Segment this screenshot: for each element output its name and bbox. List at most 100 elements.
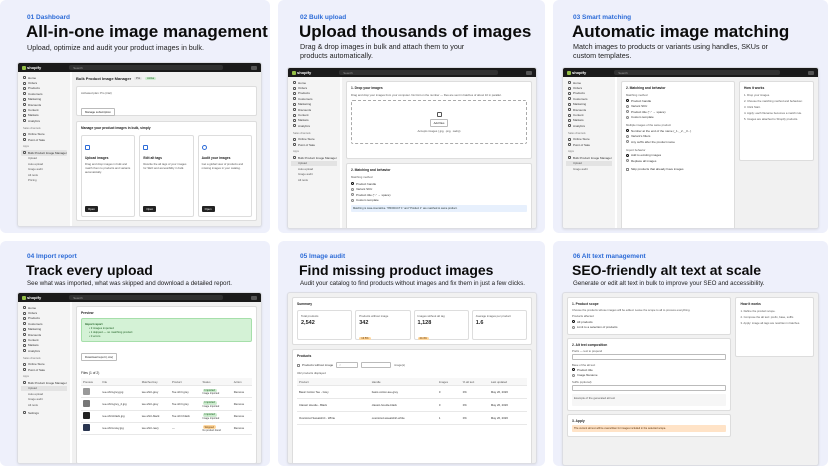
panel-title: Track every upload [26,262,153,278]
apply-card: 3. Apply The current alt text will be ov… [567,414,732,437]
accepts-text: Accepts images (.jpg, .png, .webp) [417,128,461,133]
sidebar-item-settings[interactable]: Settings [21,410,67,415]
thumbnail [83,424,90,432]
sidebar: Home Orders Products Customers Marketing… [18,72,70,226]
radio-selection[interactable]: Limit to a selection of products [572,325,726,331]
cell-alt: 0% [460,398,489,413]
sidebar-item-analytics[interactable]: Analytics [21,118,67,123]
filter-checkbox[interactable]: Products without image [297,363,333,368]
sidebar-sub-alt[interactable]: Alt texts [291,177,337,182]
summary-title: Summary [297,302,313,306]
table-row[interactable]: Oversized Sweatshirt - White oversized-s… [297,411,527,426]
sidebar-item-analytics[interactable]: Analytics [291,123,337,128]
radio-multi-suffix[interactable]: Any suffix after the product name [626,139,730,145]
add-files-button[interactable]: Add files [429,118,449,127]
scope-card: 1. Product scope Choose the products who… [567,297,732,335]
open-audit-button[interactable]: Open [201,206,215,212]
panel-desc: Drag & drop images in bulk and attach th… [300,42,465,60]
sidebar-item-app[interactable]: Bulk Product Image Manager [21,380,67,385]
radio-base-filename[interactable]: Image filename [572,373,726,379]
radio-template[interactable]: Custom template [626,115,730,121]
open-upload-button[interactable]: Open [85,206,98,212]
feature-title: Edit alt tags [143,156,163,160]
avatar[interactable] [526,70,532,75]
tag-icon [143,145,149,150]
cell-key: tee-shirt-navy [139,422,170,435]
panel-tag: 02 Bulk upload [300,14,347,21]
col-header: Product [297,378,370,387]
avatar[interactable] [251,65,257,70]
composition-card: 2. Alt text composition Prefix — text to… [567,338,732,411]
features-card: Manage your product images in bulk, simp… [76,121,257,221]
sidebar-item-pos[interactable]: Point of Sale [21,367,67,372]
audit-icon [201,145,207,150]
how-step: 5. Images are attached to Shopify produc… [744,117,799,121]
thumbnail [83,412,90,420]
app-title: Bulk Product Image Manager [76,76,132,81]
sidebar: Home Orders Products Customers Marketing… [563,77,615,228]
sidebar-item-pos[interactable]: Point of Sale [21,137,67,142]
scope-desc: Choose the products whose images will be… [572,308,691,312]
top-bar: shopify Search [18,63,261,72]
cell-key: tee-shirt-grey [139,385,170,399]
preview-card: Preview Import report • 3 images importe… [76,306,257,463]
cell-file: tee-shirt-grey.jpg [100,385,140,399]
app-screenshot: shopify Search Home Orders Products Cust… [17,292,262,464]
sidebar-item-app[interactable]: Bulk Product Image Manager [21,150,67,156]
how-title: How it works [740,302,761,306]
search-input[interactable]: Search [69,295,223,300]
sidebar-item-pos[interactable]: Point of Sale [566,142,612,147]
skip-checkbox[interactable]: Skip products that already have images [626,167,730,172]
download-report-button[interactable]: Download report (.csv) [81,353,118,361]
files-count: Files (1 of 2) [81,371,100,375]
table-row[interactable]: Classic Hoodie - Black classic-hoodie-bl… [297,398,527,413]
open-alt-button[interactable]: Open [143,206,157,212]
avatar[interactable] [808,70,814,75]
remove-link[interactable]: Remove [231,397,252,411]
radio-template[interactable]: Custom template [351,198,527,204]
sidebar-item-pos[interactable]: Point of Sale [291,142,337,147]
table-row[interactable]: Basic Cotton Tee - Grey basic-cotton-tee… [297,385,527,400]
panel-dashboard: 01 Dashboard All-in-one image management… [0,0,270,233]
report-banner: Import report • 3 images imported • 1 sk… [81,318,252,342]
sidebar-sub-alt[interactable]: Alt texts [21,402,67,407]
status-sub: No product found [202,429,221,433]
count-input[interactable] [361,362,392,368]
remove-link[interactable]: Remove [231,422,252,435]
thumbnail [83,387,90,395]
top-bar: shopify Search [18,293,261,302]
search-input[interactable]: Search [614,70,780,75]
prefix-input[interactable] [572,354,727,360]
remove-link[interactable]: Remove [231,385,252,399]
cell-product: — [169,422,201,435]
report-line: • 0 errors [89,334,101,338]
affected-label: Products affected [572,314,594,318]
table-row: tee-shirt-black.jpg tee-shirt-black Tee … [81,410,252,423]
sidebar-item-app[interactable]: Bulk Product Image Manager [566,155,612,160]
col-header: Images [436,378,461,387]
panel-bulk-upload: 02 Bulk upload Upload thousands of image… [278,0,545,233]
thumbnail [83,399,90,407]
remove-link[interactable]: Remove [231,410,252,423]
panel-title: SEO-friendly alt text at scale [572,262,762,278]
cell-file: tee-shirt-black.jpg [100,410,140,423]
matching-method-label: Matching method [626,93,648,97]
panel-desc: Audit your catalog to find products with… [300,280,525,287]
col-header: Handle [369,378,437,387]
sidebar-sub-pricing[interactable]: Pricing [21,177,67,182]
dropzone[interactable]: Add files Accepts images (.jpg, .png, .w… [351,100,527,144]
avatar[interactable] [251,295,257,300]
search-input[interactable]: Search [339,70,498,75]
cell-images: 0 [436,385,461,400]
sidebar-sub-audit[interactable]: Image audit [566,166,612,171]
cell-file: tee-shirt-navy.jpg [100,422,140,435]
manage-subscription-button[interactable]: Manage subscription [81,108,115,116]
col-header: Status [200,378,232,387]
operator-select[interactable]: < [336,362,359,368]
sidebar-item-analytics[interactable]: Analytics [21,348,67,353]
sidebar-item-app[interactable]: Bulk Product Image Manager [291,155,337,160]
radio-replace-all[interactable]: Replace all images [626,158,730,164]
suffix-input[interactable] [572,385,727,391]
sidebar-item-analytics[interactable]: Analytics [566,123,612,128]
search-input[interactable]: Search [69,65,223,70]
